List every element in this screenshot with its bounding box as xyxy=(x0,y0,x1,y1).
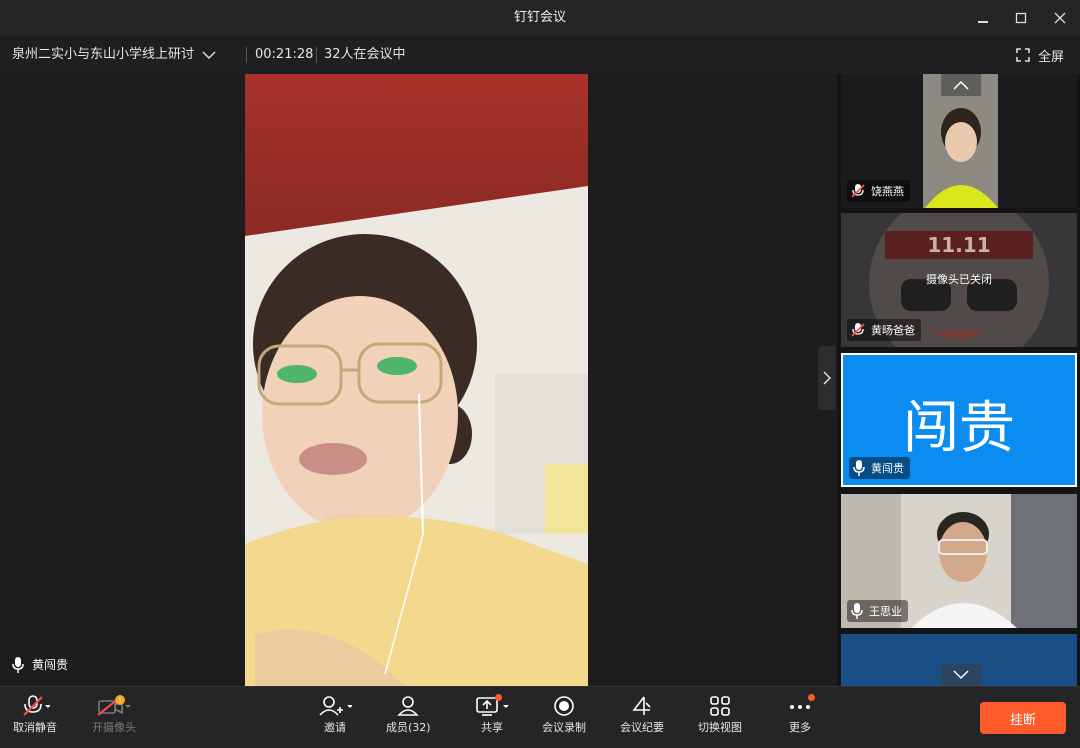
poster-text: 11.11 xyxy=(927,233,991,257)
chevron-down-icon xyxy=(202,51,216,60)
grid-view-icon xyxy=(710,696,730,716)
share-button[interactable]: 共享 xyxy=(474,693,510,735)
chevron-up-icon xyxy=(953,80,969,90)
participant-name: 王思业 xyxy=(869,605,902,618)
record-label: 会议录制 xyxy=(542,721,586,734)
microphone-icon xyxy=(851,603,863,619)
minimize-icon xyxy=(978,21,988,23)
minutes-icon xyxy=(632,696,651,715)
microphone-icon xyxy=(12,656,24,673)
participant-tile[interactable]: 11.11 摄像头已关闭 黄旸爸爸 xyxy=(841,213,1077,347)
participant-tile[interactable]: 王思业 xyxy=(841,494,1077,628)
participant-name: 饶燕燕 xyxy=(871,185,904,198)
title-bar: 钉钉会议 xyxy=(0,0,1080,36)
hangup-button[interactable]: 挂断 xyxy=(980,702,1066,734)
record-icon xyxy=(554,696,574,716)
unmute-label: 取消静音 xyxy=(13,721,57,734)
minimize-button[interactable] xyxy=(971,6,995,30)
members-icon xyxy=(397,696,420,716)
more-label: 更多 xyxy=(789,721,811,734)
share-label: 共享 xyxy=(481,721,503,734)
divider xyxy=(246,47,247,63)
fullscreen-label: 全屏 xyxy=(1037,49,1064,65)
fullscreen-icon xyxy=(1016,48,1030,62)
participant-sidebar[interactable]: 饶燕燕 11.11 摄像头已关闭 黄旸爸爸 闯贵 黄闯贵 王思业 xyxy=(837,74,1080,686)
meeting-info-bar: 泉州二实小与东山小学线上研讨 00:21:28 32人在会议中 全屏 xyxy=(0,36,1080,75)
participant-name: 黄闯贵 xyxy=(871,462,904,475)
add-user-icon xyxy=(319,696,352,716)
members-label: 成员(32) xyxy=(386,721,431,734)
participant-tile-active[interactable]: 闯贵 黄闯贵 xyxy=(841,353,1077,487)
invite-button[interactable]: 邀请 xyxy=(318,693,352,735)
mic-muted-icon xyxy=(851,184,865,198)
window-title: 钉钉会议 xyxy=(513,10,566,25)
participant-count: 32人在会议中 xyxy=(324,47,406,62)
switch-view-button[interactable]: 切换视图 xyxy=(698,693,742,735)
chevron-down-icon xyxy=(953,670,969,680)
meeting-name: 泉州二实小与东山小学线上研讨 xyxy=(12,47,195,62)
participant-nametag: 黄闯贵 xyxy=(849,457,910,479)
camera-button[interactable]: ! 开摄像头 xyxy=(92,693,136,735)
participant-nametag: 饶燕燕 xyxy=(847,180,910,202)
participant-name: 黄旸爸爸 xyxy=(871,324,915,337)
notification-dot xyxy=(495,694,502,701)
maximize-button[interactable] xyxy=(1009,6,1033,30)
meeting-timer: 00:21:28 xyxy=(255,47,314,62)
fullscreen-button[interactable]: 全屏 xyxy=(1016,36,1064,74)
main-stage: 黄闯贵 xyxy=(0,74,836,686)
main-video xyxy=(245,74,588,686)
more-button[interactable]: 更多 xyxy=(788,693,815,735)
meeting-name-dropdown[interactable]: 泉州二实小与东山小学线上研讨 xyxy=(12,36,216,74)
active-speaker-name: 黄闯贵 xyxy=(32,658,69,672)
divider xyxy=(316,47,317,63)
share-screen-icon xyxy=(476,697,509,716)
chevron-right-icon xyxy=(823,371,831,385)
svg-text:!: ! xyxy=(118,696,121,705)
close-button[interactable] xyxy=(1048,6,1072,30)
participant-avatar: 闯贵 xyxy=(903,396,1015,461)
maximize-icon xyxy=(1015,12,1027,24)
participant-nametag: 王思业 xyxy=(847,600,908,622)
collapse-sidebar-button[interactable] xyxy=(818,346,836,410)
microphone-icon xyxy=(853,460,865,476)
notification-dot xyxy=(808,694,815,701)
mic-muted-icon xyxy=(851,323,865,337)
active-speaker-tag: 黄闯贵 xyxy=(12,656,68,673)
record-button[interactable]: 会议录制 xyxy=(542,693,586,735)
participant-nametag: 黄旸爸爸 xyxy=(847,319,921,341)
unmute-button[interactable]: 取消静音 xyxy=(13,693,57,735)
minutes-label: 会议纪要 xyxy=(620,721,664,734)
camera-off-text: 摄像头已关闭 xyxy=(926,273,992,286)
switch-view-label: 切换视图 xyxy=(698,721,742,734)
minutes-button[interactable]: 会议纪要 xyxy=(620,693,664,735)
mic-muted-icon xyxy=(23,695,50,716)
members-button[interactable]: 成员(32) xyxy=(386,693,431,735)
invite-label: 邀请 xyxy=(324,721,346,734)
scroll-up-button[interactable] xyxy=(941,74,981,96)
speaker-video-frame xyxy=(245,74,588,686)
participant-tile[interactable] xyxy=(841,634,1077,686)
close-icon xyxy=(1054,12,1066,24)
meeting-toolbar: 取消静音 ! 开摄像头 邀请 成员(32) 共享 会议录制 会议纪要 切换视图 … xyxy=(0,686,1080,748)
camera-label: 开摄像头 xyxy=(92,721,136,734)
camera-off-icon: ! xyxy=(97,695,131,716)
scroll-down-button[interactable] xyxy=(941,664,981,686)
participant-tile[interactable]: 饶燕燕 xyxy=(841,74,1077,208)
